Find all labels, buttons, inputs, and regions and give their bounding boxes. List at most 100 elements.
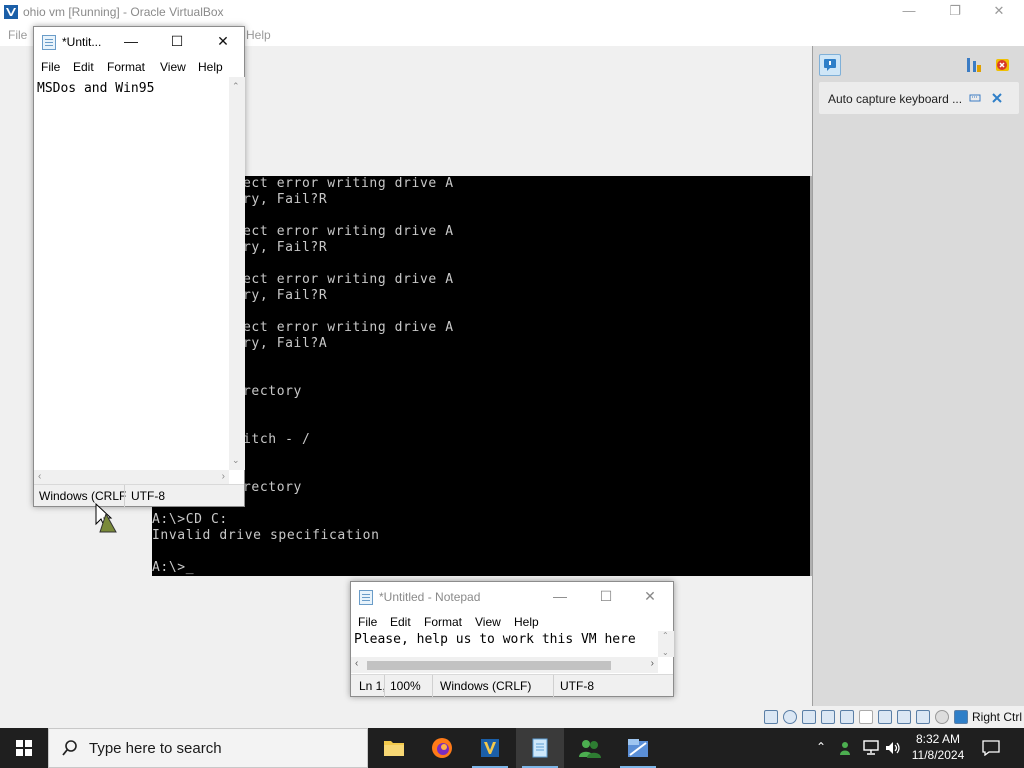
- firefox-icon: [432, 738, 452, 758]
- menu-help[interactable]: Help: [246, 28, 271, 42]
- network-icon[interactable]: [821, 710, 835, 724]
- keyboard-capture-icon[interactable]: [969, 92, 981, 104]
- notepad-icon: [42, 35, 56, 50]
- scroll-down-icon[interactable]: ⌄: [662, 648, 669, 657]
- minimize-button[interactable]: —: [886, 0, 932, 24]
- notification-panel: Auto capture keyboard ...: [812, 46, 1024, 706]
- notepad-icon: [359, 590, 373, 605]
- scroll-right-icon[interactable]: ›: [222, 471, 225, 482]
- taskbar-people-app[interactable]: [566, 728, 614, 768]
- text-area[interactable]: Please, help us to work this VM here: [351, 631, 657, 657]
- dos-output-line: A:\>CD C:: [152, 512, 228, 527]
- menu-format[interactable]: Format: [107, 60, 145, 74]
- notifications-icon[interactable]: [982, 740, 1000, 756]
- search-placeholder: Type here to search: [89, 740, 222, 757]
- notification-item[interactable]: Auto capture keyboard ...: [819, 82, 1019, 114]
- scroll-left-icon[interactable]: ‹: [355, 658, 358, 669]
- minimize-button[interactable]: —: [537, 582, 583, 612]
- mouse-integration-icon[interactable]: [935, 710, 949, 724]
- taskbar-firefox[interactable]: [418, 728, 466, 768]
- audio-icon[interactable]: [802, 710, 816, 724]
- cpu-icon[interactable]: [916, 710, 930, 724]
- notification-text: Auto capture keyboard ...: [828, 92, 963, 106]
- notepad-titlebar[interactable]: *Untit... — ☐ ✕: [34, 27, 244, 57]
- clock[interactable]: 8:32 AM 11/8/2024: [900, 731, 976, 763]
- people-tray-icon[interactable]: [838, 739, 856, 757]
- status-divider: [384, 675, 385, 697]
- notification-tab-icon[interactable]: [819, 54, 841, 76]
- notepad-titlebar[interactable]: *Untitled - Notepad — ☐ ✕: [351, 582, 673, 612]
- dismiss-icon[interactable]: [991, 92, 1003, 104]
- vertical-scrollbar[interactable]: ⌃ ⌄: [658, 631, 674, 657]
- menu-edit[interactable]: Edit: [390, 615, 411, 629]
- menu-view[interactable]: View: [475, 615, 501, 629]
- users-icon: [579, 740, 601, 758]
- taskbar-virtualbox[interactable]: [466, 728, 514, 768]
- start-button[interactable]: [0, 728, 48, 768]
- windows-logo-icon: [16, 740, 32, 756]
- close-button[interactable]: ✕: [200, 27, 246, 57]
- restore-button[interactable]: ❐: [932, 0, 978, 24]
- taskbar: Type here to search ⌃ 8:32 AM 11/8/2024: [0, 728, 1024, 768]
- notepad-title: *Untitled - Notepad: [379, 590, 481, 604]
- notepad-window-right[interactable]: *Untitled - Notepad — ☐ ✕ File Edit Form…: [350, 581, 674, 697]
- dos-output-line: ry, Fail?R: [243, 192, 328, 207]
- folder-icon: [384, 741, 404, 756]
- virtualbox-icon: [481, 739, 499, 757]
- display-icon[interactable]: [878, 710, 892, 724]
- dos-output-line: ect error writing drive A: [243, 320, 454, 335]
- vertical-scrollbar[interactable]: ⌃ ⌄: [229, 77, 245, 470]
- hard-disk-icon[interactable]: [764, 710, 778, 724]
- menu-edit[interactable]: Edit: [73, 60, 94, 74]
- text-area[interactable]: MSDos and Win95: [34, 77, 228, 470]
- dos-output-line: itch - /: [243, 432, 311, 447]
- status-divider: [553, 675, 554, 697]
- optical-drive-icon[interactable]: [783, 710, 797, 724]
- maximize-button[interactable]: ☐: [583, 582, 629, 612]
- notepad-statusbar: Windows (CRLF UTF-8: [34, 484, 244, 507]
- host-key-icon[interactable]: [954, 710, 968, 724]
- clock-date: 11/8/2024: [911, 748, 965, 762]
- menu-help[interactable]: Help: [198, 60, 223, 74]
- taskbar-win64-app[interactable]: [614, 728, 662, 768]
- dos-output-line: ry, Fail?R: [243, 288, 328, 303]
- scroll-thumb[interactable]: [367, 661, 611, 670]
- close-all-icon[interactable]: [993, 56, 1011, 74]
- network-icon[interactable]: [862, 740, 880, 756]
- menu-format[interactable]: Format: [424, 615, 462, 629]
- minimize-button[interactable]: —: [108, 27, 154, 57]
- horizontal-scrollbar[interactable]: ‹ ›: [351, 657, 658, 673]
- window-title: ohio vm [Running] - Oracle VirtualBox: [23, 5, 224, 19]
- taskbar-file-explorer[interactable]: [370, 728, 418, 768]
- busy-cursor-icon: [95, 502, 117, 533]
- close-button[interactable]: ✕: [976, 0, 1022, 24]
- taskbar-notepad[interactable]: [516, 728, 564, 768]
- menu-file[interactable]: File: [8, 28, 27, 42]
- notepad-window-left[interactable]: *Untit... — ☐ ✕ File Edit Format View He…: [33, 26, 245, 507]
- menu-view[interactable]: View: [160, 60, 186, 74]
- recording-icon[interactable]: [897, 710, 911, 724]
- close-button[interactable]: ✕: [627, 582, 673, 612]
- usb-icon[interactable]: [840, 710, 854, 724]
- dos-screen[interactable]: ect error writing drive Ary, Fail?R ect e…: [152, 176, 810, 576]
- menu-help[interactable]: Help: [514, 615, 539, 629]
- shared-folders-icon[interactable]: [859, 710, 873, 724]
- show-hidden-icons-chevron-icon[interactable]: ⌃: [816, 740, 826, 754]
- scroll-right-icon[interactable]: ›: [651, 658, 654, 669]
- dos-output-line: ry, Fail?R: [243, 240, 328, 255]
- scroll-up-icon[interactable]: ⌃: [232, 81, 240, 92]
- line-ending: Windows (CRLF): [440, 679, 532, 693]
- dos-output-line: ry, Fail?A: [243, 336, 328, 351]
- dos-output-line: ect error writing drive A: [243, 176, 454, 191]
- dos-output-line: A:\>_: [152, 560, 195, 575]
- scroll-left-icon[interactable]: ‹: [38, 471, 41, 482]
- maximize-button[interactable]: ☐: [154, 27, 200, 57]
- settings-icon[interactable]: [965, 56, 983, 74]
- host-key-label: Right Ctrl: [972, 710, 1023, 724]
- scroll-up-icon[interactable]: ⌃: [662, 631, 669, 640]
- scroll-down-icon[interactable]: ⌄: [232, 455, 240, 466]
- search-box[interactable]: Type here to search: [48, 728, 368, 768]
- menu-file[interactable]: File: [358, 615, 377, 629]
- encoding: UTF-8: [131, 489, 165, 503]
- menu-file[interactable]: File: [41, 60, 60, 74]
